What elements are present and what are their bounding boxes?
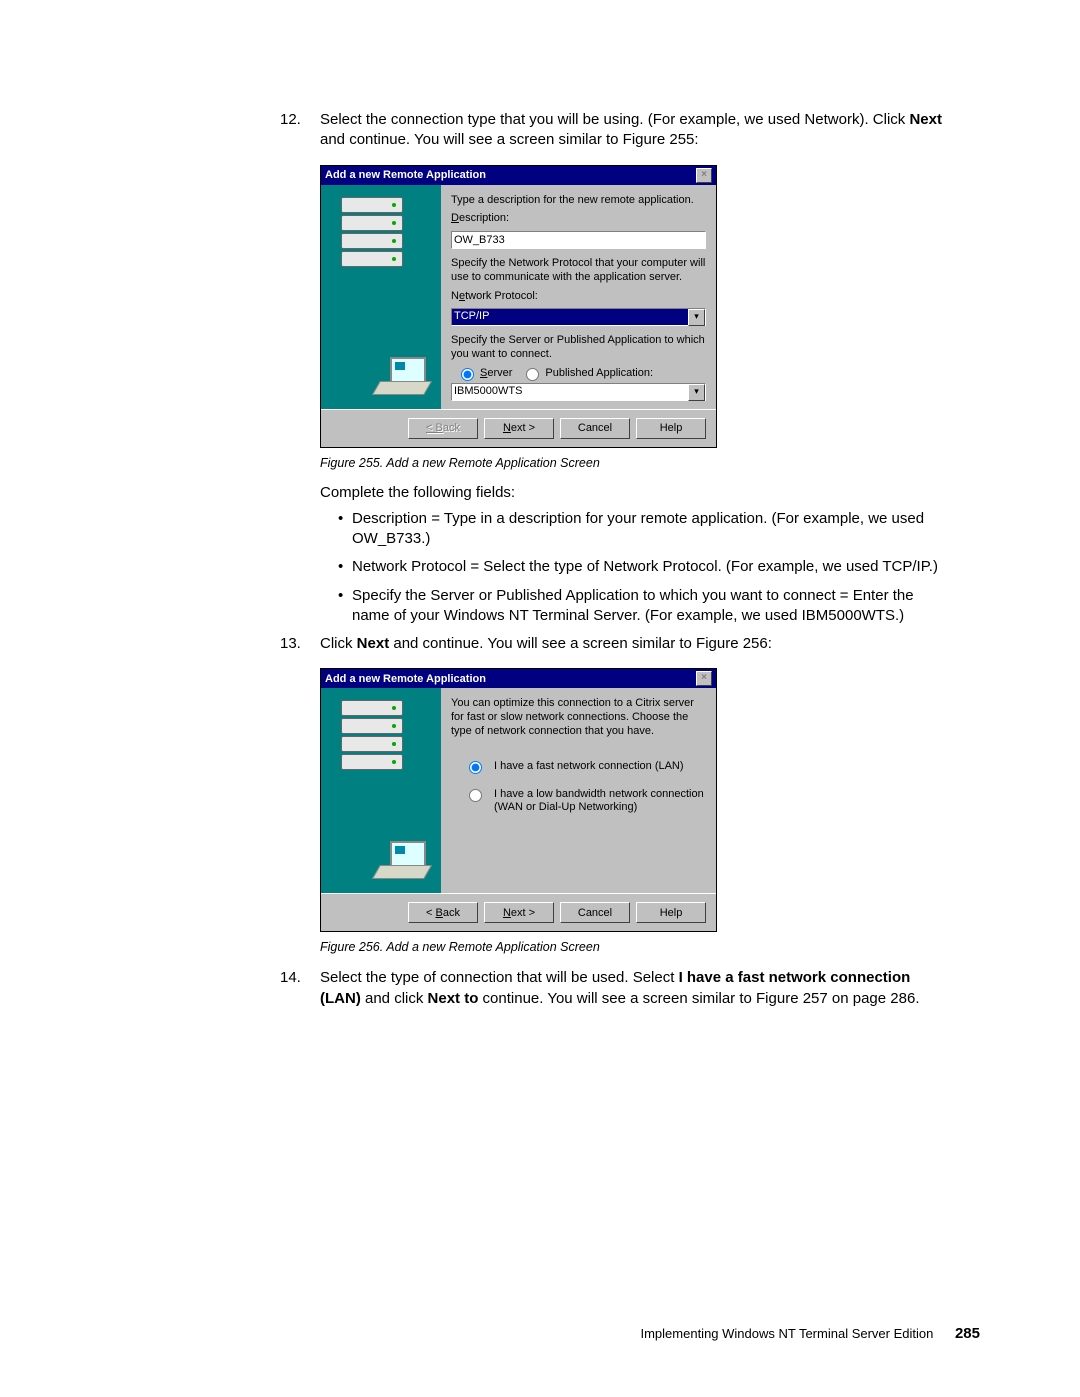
- step-text: Select the type of connection that will …: [320, 968, 980, 1009]
- step-text: Click Next and continue. You will see a …: [320, 634, 980, 654]
- dialog-sidebar-image: [321, 185, 441, 409]
- chevron-down-icon[interactable]: ▾: [688, 384, 705, 401]
- description-input[interactable]: [451, 231, 706, 249]
- cancel-button[interactable]: Cancel: [560, 418, 630, 439]
- cancel-button[interactable]: Cancel: [560, 902, 630, 923]
- step-number: 12.: [100, 110, 320, 151]
- radio-fast-connection[interactable]: [469, 761, 482, 774]
- dialog-titlebar: Add a new Remote Application ×: [321, 669, 716, 688]
- radio-published-app[interactable]: [526, 368, 539, 381]
- next-button[interactable]: Next >: [484, 902, 554, 923]
- radio-server[interactable]: [461, 368, 474, 381]
- step-number: 13.: [100, 634, 320, 654]
- dialog-button-row: < Back Next > Cancel Help: [321, 409, 716, 447]
- protocol-label: Network Protocol:: [451, 290, 706, 304]
- dialog-content: Type a description for the new remote ap…: [441, 185, 716, 409]
- page-footer: Implementing Windows NT Terminal Server …: [640, 1325, 980, 1342]
- protocol-intro: Specify the Network Protocol that your c…: [451, 257, 706, 285]
- step-13: 13. Click Next and continue. You will se…: [100, 634, 980, 654]
- next-button[interactable]: Next >: [484, 418, 554, 439]
- back-button: < Back: [408, 418, 478, 439]
- field-bullets: Description = Type in a description for …: [338, 509, 980, 626]
- dialog-content: You can optimize this connection to a Ci…: [441, 688, 716, 893]
- page-number: 285: [955, 1325, 980, 1342]
- protocol-select[interactable]: TCP/IP: [451, 308, 706, 326]
- back-button[interactable]: < Back: [408, 902, 478, 923]
- radio-slow-connection[interactable]: [469, 789, 482, 802]
- radio-server-label: Server: [480, 367, 512, 381]
- bullet-description: Description = Type in a description for …: [338, 509, 980, 550]
- dialog-add-remote-app-2: Add a new Remote Application × You can o…: [320, 668, 717, 932]
- dialog-sidebar-image: [321, 688, 441, 893]
- figure-256-caption: Figure 256. Add a new Remote Application…: [320, 940, 980, 954]
- dialog-add-remote-app-1: Add a new Remote Application × Type a de…: [320, 165, 717, 448]
- dialog-button-row: < Back Next > Cancel Help: [321, 893, 716, 931]
- step-14: 14. Select the type of connection that w…: [100, 968, 980, 1009]
- close-icon[interactable]: ×: [696, 168, 712, 183]
- footer-text: Implementing Windows NT Terminal Server …: [640, 1326, 933, 1341]
- document-page: 12. Select the connection type that you …: [0, 0, 1080, 1397]
- close-icon[interactable]: ×: [696, 671, 712, 686]
- radio-pubapp-label: Published Application:: [545, 367, 653, 381]
- chevron-down-icon[interactable]: ▾: [688, 309, 705, 326]
- bullet-protocol: Network Protocol = Select the type of Ne…: [338, 557, 980, 577]
- dialog-intro: Type a description for the new remote ap…: [451, 194, 706, 208]
- dialog-title: Add a new Remote Application: [325, 169, 486, 181]
- server-intro: Specify the Server or Published Applicat…: [451, 334, 706, 362]
- radio-fast-label: I have a fast network connection (LAN): [494, 760, 684, 774]
- complete-fields-para: Complete the following fields:: [320, 484, 950, 501]
- bullet-server: Specify the Server or Published Applicat…: [338, 586, 980, 627]
- description-label: Description:: [451, 212, 706, 226]
- help-button[interactable]: Help: [636, 902, 706, 923]
- figure-255-caption: Figure 255. Add a new Remote Application…: [320, 456, 980, 470]
- step-number: 14.: [100, 968, 320, 1009]
- dialog-intro: You can optimize this connection to a Ci…: [451, 697, 706, 738]
- radio-slow-label: I have a low bandwidth network connectio…: [494, 788, 706, 816]
- server-select[interactable]: IBM5000WTS: [451, 383, 706, 401]
- dialog-titlebar: Add a new Remote Application ×: [321, 166, 716, 185]
- dialog-title: Add a new Remote Application: [325, 673, 486, 685]
- help-button[interactable]: Help: [636, 418, 706, 439]
- step-12: 12. Select the connection type that you …: [100, 110, 980, 151]
- step-text: Select the connection type that you will…: [320, 110, 980, 151]
